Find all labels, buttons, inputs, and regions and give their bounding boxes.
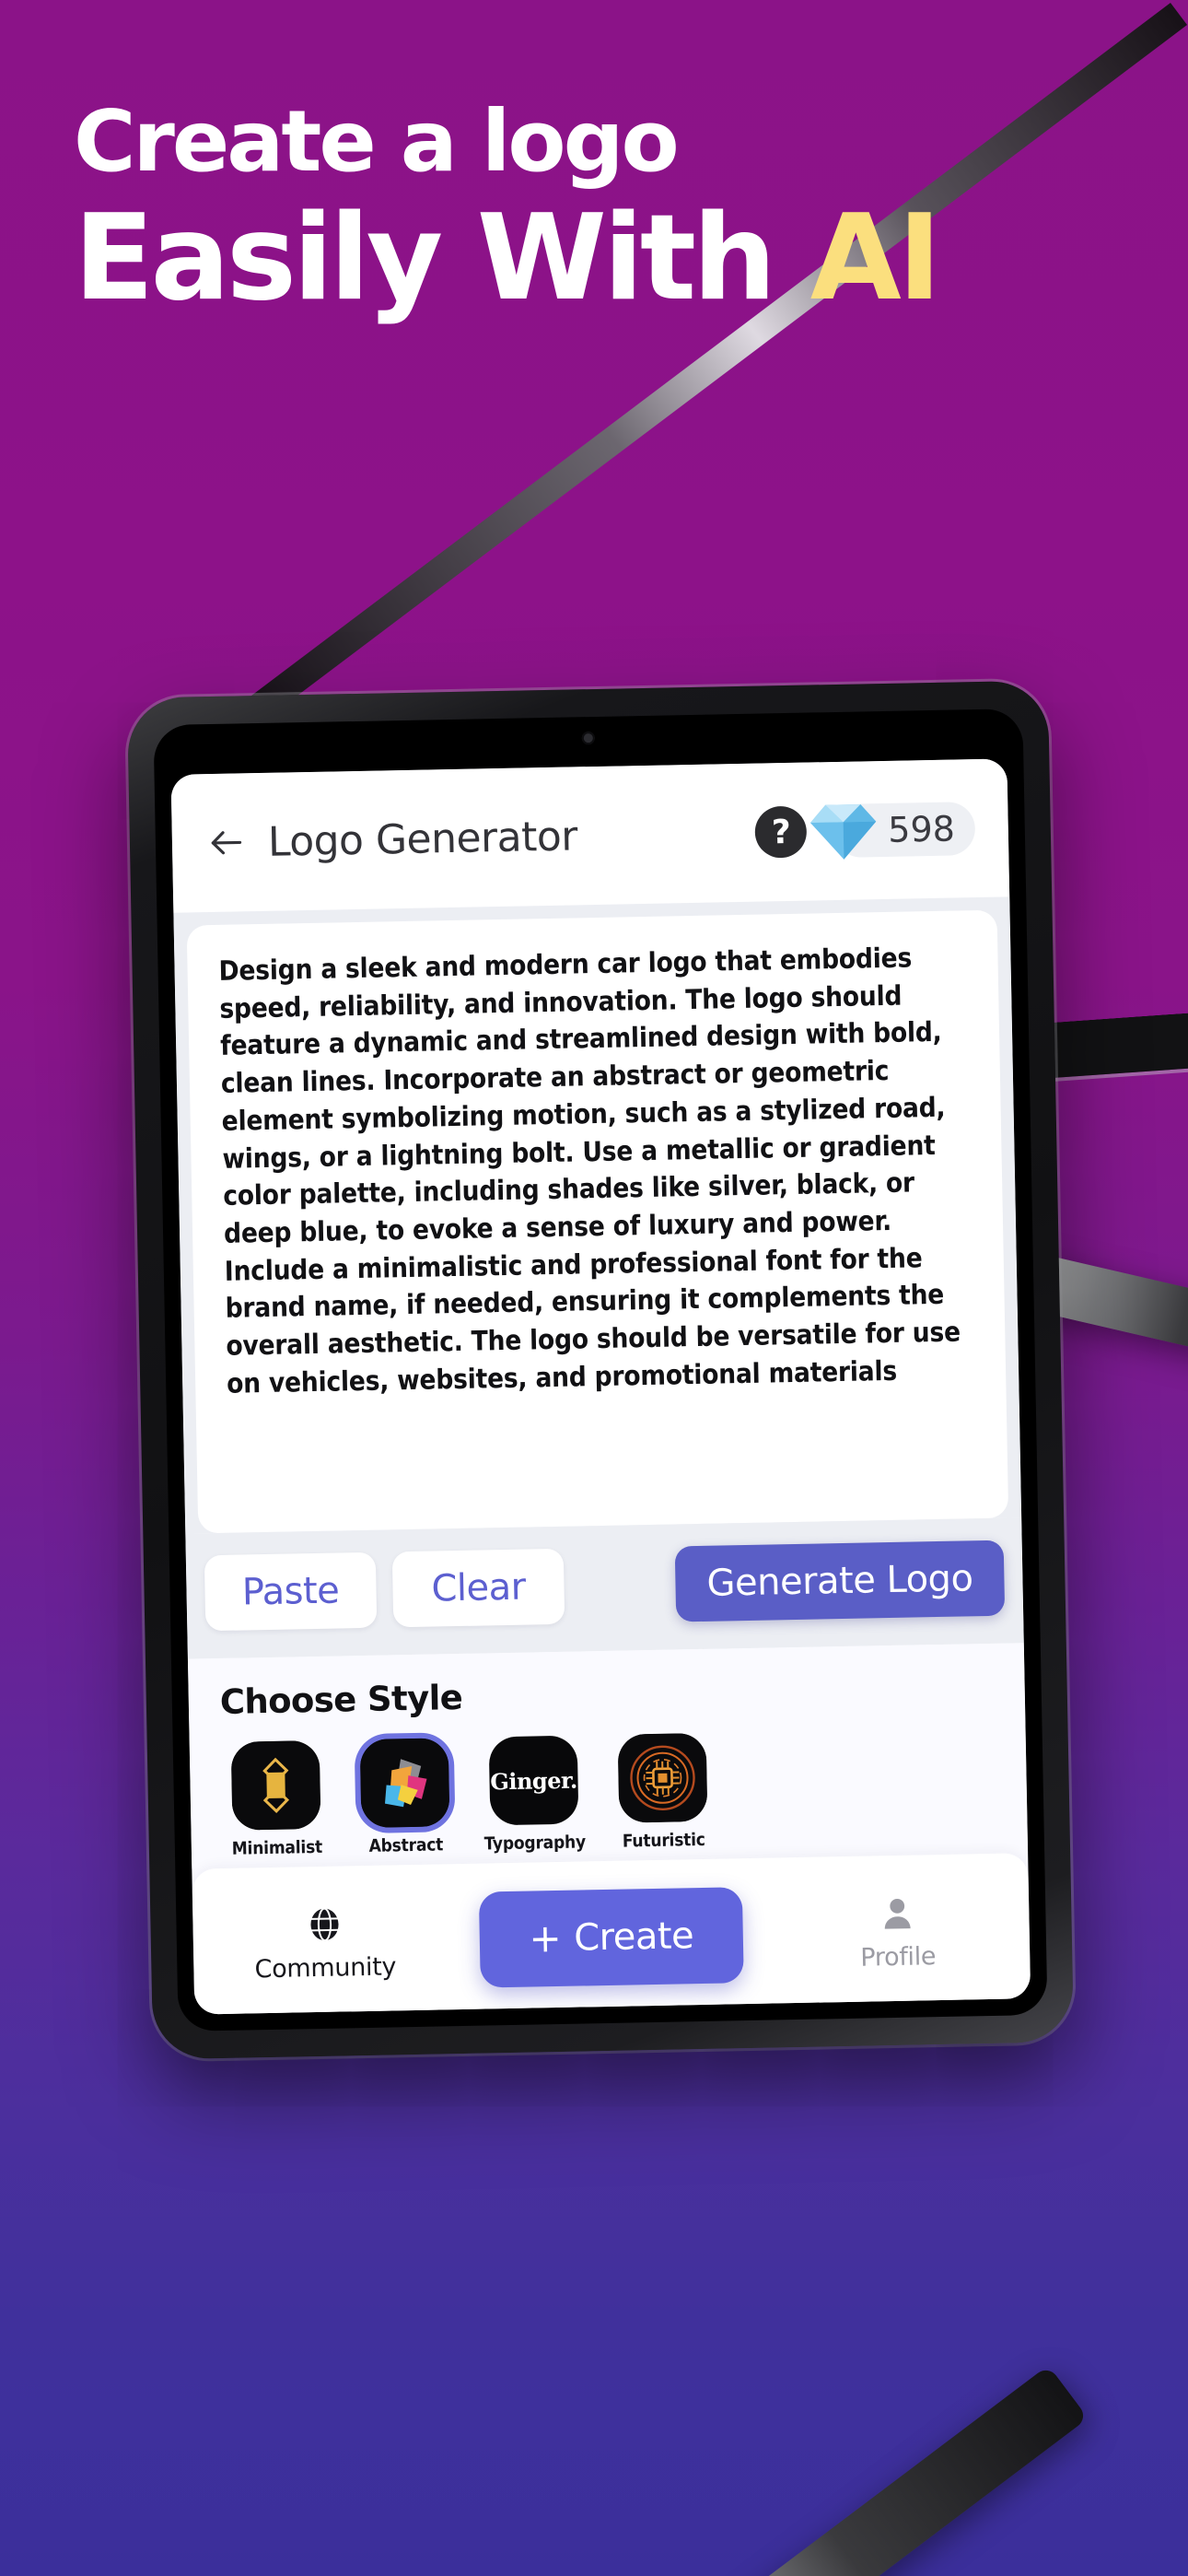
style-option-abstract[interactable]: Abstract: [350, 1738, 460, 1856]
futuristic-thumb: [617, 1732, 708, 1823]
style-option-typography[interactable]: Ginger. Typography: [479, 1735, 589, 1855]
back-button[interactable]: [201, 817, 251, 868]
paste-button[interactable]: Paste: [204, 1551, 378, 1632]
nav-label-community: Community: [254, 1951, 397, 1984]
headline-line-2-main: Easily With: [74, 190, 810, 327]
gem-balance-badge[interactable]: 598: [810, 802, 976, 860]
nav-item-profile[interactable]: Profile: [809, 1891, 986, 1973]
prompt-action-row: Paste Clear Generate Logo: [185, 1517, 1024, 1659]
colorful-abstract-icon: [359, 1738, 450, 1829]
diamond-icon: [810, 803, 877, 860]
person-icon: [884, 1898, 911, 1929]
clear-button[interactable]: Clear: [391, 1548, 565, 1628]
headline-line-1: Create a logo: [74, 92, 680, 191]
prompt-area: Design a sleek and modern car logo that …: [173, 896, 1022, 1534]
choose-style-title: Choose Style: [219, 1677, 463, 1722]
headline-line-2: Easily With AI: [74, 196, 1124, 321]
arrow-left-icon: [211, 831, 242, 855]
style-label-futuristic: Futuristic: [622, 1829, 705, 1852]
create-button[interactable]: + Create: [478, 1887, 745, 1988]
globe-icon: [310, 1907, 339, 1941]
app-header: Logo Generator ? 598: [170, 758, 1010, 913]
app-viewport: Logo Generator ? 598 Design a sleek and …: [170, 758, 1031, 2015]
promo-headline: Create a logo Easily With AI: [74, 100, 1124, 321]
style-label-typography: Typography: [483, 1832, 587, 1855]
minimalist-thumb: [230, 1739, 321, 1831]
choose-style-section: Choose Style Minimalist Abstract Ginger.…: [187, 1643, 1029, 1869]
style-option-minimalist[interactable]: Minimalist: [221, 1739, 332, 1859]
gold-diamond-icon: [230, 1739, 321, 1831]
prompt-card[interactable]: Design a sleek and modern car logo that …: [186, 909, 1009, 1534]
style-options-row: Minimalist Abstract Ginger. Typography F…: [221, 1727, 996, 1859]
tablet-device-mockup: Logo Generator ? 598 Design a sleek and …: [126, 680, 1075, 2060]
nav-label-profile: Profile: [860, 1941, 937, 1973]
front-camera-icon: [581, 731, 595, 745]
help-question-mark-icon: ?: [771, 813, 792, 851]
bottom-navigation: Community + Create Profile: [192, 1853, 1031, 2015]
plus-icon: +: [529, 1914, 562, 1961]
nav-item-community[interactable]: Community: [237, 1903, 413, 1985]
style-label-minimalist: Minimalist: [231, 1836, 323, 1859]
generate-logo-button[interactable]: Generate Logo: [674, 1540, 1006, 1622]
style-option-futuristic[interactable]: Futuristic: [608, 1732, 718, 1852]
abstract-thumb: [359, 1738, 450, 1829]
device-screen: Logo Generator ? 598 Design a sleek and …: [153, 708, 1048, 2032]
prompt-input[interactable]: Design a sleek and modern car logo that …: [218, 938, 974, 1402]
decorative-strap-bottom: [136, 2365, 1089, 2576]
ginger-wordmark-text: Ginger.: [490, 1766, 578, 1795]
action-row-spacer: [580, 1585, 658, 1587]
page-title: Logo Generator: [267, 812, 578, 866]
typography-thumb: Ginger.: [488, 1735, 579, 1826]
promo-stage: Create a logo Easily With AI Logo Genera…: [0, 0, 1188, 2576]
style-label-abstract: Abstract: [368, 1834, 444, 1856]
circuit-chip-icon: [617, 1732, 708, 1823]
create-button-label: Create: [573, 1914, 694, 1960]
headline-accent-ai: AI: [809, 190, 942, 327]
help-button[interactable]: ?: [754, 805, 808, 859]
gem-count-value: 598: [887, 808, 956, 850]
